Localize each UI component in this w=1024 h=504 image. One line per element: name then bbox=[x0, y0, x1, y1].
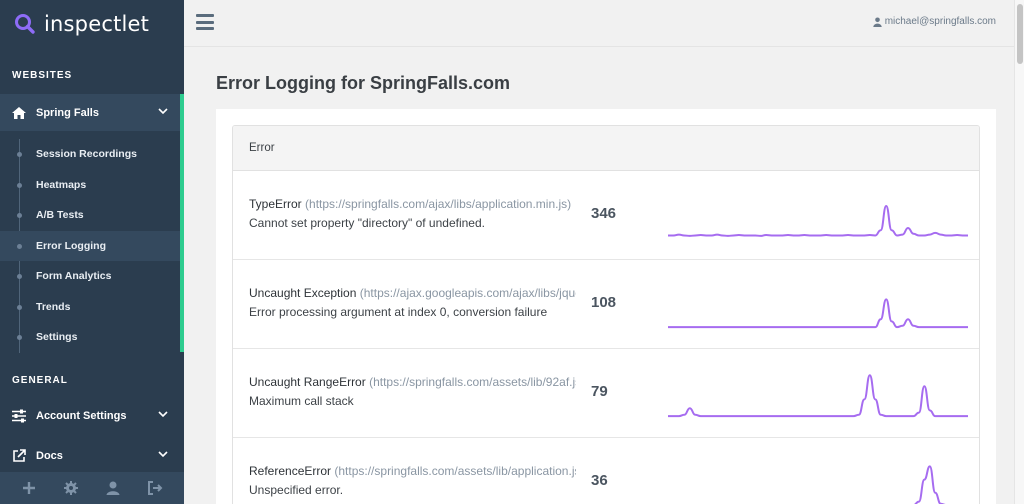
error-trend-sparkline bbox=[668, 374, 968, 418]
error-url[interactable]: (https://ajax.googleapis.com/ajax/libs/j… bbox=[360, 286, 576, 300]
error-name: Uncaught Exception bbox=[249, 286, 357, 300]
sidebar-item-trends[interactable]: Trends bbox=[0, 292, 180, 323]
sidebar-item-ab-tests[interactable]: A/B Tests bbox=[0, 200, 180, 231]
user-email: michael@springfalls.com bbox=[884, 16, 996, 27]
hamburger-menu-icon[interactable] bbox=[196, 14, 214, 30]
error-url[interactable]: (https://springfalls.com/ajax/libs/appli… bbox=[305, 197, 571, 211]
column-header-error: Error bbox=[249, 142, 275, 154]
error-message: Cannot set property "directory" of undef… bbox=[249, 216, 485, 230]
table-row[interactable]: Uncaught RangeError (https://springfalls… bbox=[233, 349, 979, 438]
brand-name: inspectlet bbox=[44, 11, 150, 36]
brand[interactable]: inspectlet bbox=[0, 0, 184, 47]
logout-icon[interactable] bbox=[147, 480, 163, 496]
topbar: michael@springfalls.com bbox=[184, 0, 1014, 47]
sidebar-item-settings[interactable]: Settings bbox=[0, 322, 180, 353]
sidebar-item-docs[interactable]: Docs bbox=[0, 438, 184, 474]
bullet-icon bbox=[17, 335, 22, 340]
content-panel: Error TypeError (https://springfalls.com… bbox=[216, 109, 996, 504]
error-count: 346 bbox=[591, 205, 617, 222]
external-link-icon bbox=[13, 449, 26, 462]
scrollbar-thumb[interactable] bbox=[1017, 4, 1023, 64]
section-label-general: GENERAL bbox=[12, 375, 68, 386]
sidebar-site-spring-falls[interactable]: Spring Falls bbox=[0, 94, 184, 352]
sidebar-item-label: Trends bbox=[36, 300, 71, 313]
sidebar-item-error-logging[interactable]: Error Logging bbox=[0, 230, 180, 261]
sidebar-item-label: Heatmaps bbox=[36, 178, 87, 191]
error-trend-sparkline bbox=[668, 204, 968, 237]
bullet-icon bbox=[17, 182, 22, 188]
sparkline-path bbox=[668, 298, 968, 329]
section-label-websites: WEBSITES bbox=[12, 70, 73, 81]
sidebar-item-label: Form Analytics bbox=[36, 270, 112, 283]
bullet-icon bbox=[17, 152, 22, 157]
user-icon bbox=[872, 17, 882, 27]
sidebar-item-heatmaps[interactable]: Heatmaps bbox=[0, 170, 180, 201]
page-scrollbar[interactable] bbox=[1014, 0, 1024, 504]
error-name: Uncaught RangeError bbox=[249, 375, 366, 389]
sparkline-path bbox=[668, 204, 968, 237]
sliders-icon bbox=[12, 409, 26, 423]
error-message: Error processing argument at index 0, co… bbox=[249, 305, 548, 319]
sparkline-path bbox=[668, 374, 968, 418]
error-trend-sparkline bbox=[668, 298, 968, 329]
gear-icon[interactable] bbox=[63, 480, 79, 496]
error-name: ReferenceError bbox=[249, 464, 332, 478]
user-icon[interactable] bbox=[105, 480, 121, 496]
sparkline-path bbox=[914, 465, 946, 504]
sidebar: inspectlet WEBSITES Spring Falls Session… bbox=[0, 0, 184, 504]
error-message: Unspecified error. bbox=[249, 483, 344, 497]
bullet-icon bbox=[17, 243, 22, 249]
logo-icon bbox=[15, 13, 35, 34]
error-count: 79 bbox=[591, 383, 608, 400]
site-nav: Session Recordings Heatmaps A/B Tests Er… bbox=[0, 139, 180, 353]
error-text: TypeError (https://springfalls.com/ajax/… bbox=[249, 195, 576, 233]
sidebar-item-account-settings[interactable]: Account Settings bbox=[0, 398, 184, 434]
sidebar-footer bbox=[0, 472, 184, 504]
error-text: ReferenceError (https://springfalls.com/… bbox=[249, 462, 576, 500]
sidebar-item-label: A/B Tests bbox=[36, 209, 84, 222]
sidebar-site-label: Spring Falls bbox=[36, 106, 99, 119]
table-row[interactable]: TypeError (https://springfalls.com/ajax/… bbox=[233, 171, 979, 260]
error-table: Error TypeError (https://springfalls.com… bbox=[232, 125, 980, 504]
sidebar-item-label: Error Logging bbox=[36, 239, 106, 252]
bullet-icon bbox=[17, 274, 22, 279]
user-menu[interactable]: michael@springfalls.com bbox=[872, 16, 996, 27]
bullet-icon bbox=[17, 304, 22, 310]
chevron-down-icon bbox=[158, 411, 168, 418]
sidebar-item-label: Docs bbox=[36, 450, 63, 462]
error-message: Maximum call stack bbox=[249, 394, 354, 408]
error-count: 108 bbox=[591, 294, 617, 311]
sidebar-item-label: Account Settings bbox=[36, 410, 127, 422]
error-count: 36 bbox=[591, 472, 608, 489]
home-icon bbox=[12, 106, 26, 119]
error-name: TypeError bbox=[249, 197, 302, 211]
sidebar-item-session-recordings[interactable]: Session Recordings bbox=[0, 139, 180, 170]
table-row[interactable]: ReferenceError (https://springfalls.com/… bbox=[233, 438, 979, 504]
sidebar-item-label: Session Recordings bbox=[36, 148, 137, 161]
chevron-down-icon bbox=[158, 451, 168, 458]
sidebar-item-label: Settings bbox=[36, 331, 78, 344]
table-header: Error bbox=[233, 126, 979, 171]
table-row[interactable]: Uncaught Exception (https://ajax.googlea… bbox=[233, 260, 979, 349]
page-title: Error Logging for SpringFalls.com bbox=[216, 73, 511, 93]
error-trend-sparkline bbox=[914, 465, 946, 504]
chevron-down-icon bbox=[158, 108, 168, 115]
plus-icon[interactable] bbox=[21, 480, 37, 496]
active-site-accent bbox=[180, 94, 184, 352]
error-text: Uncaught Exception (https://ajax.googlea… bbox=[249, 284, 576, 322]
sidebar-item-form-analytics[interactable]: Form Analytics bbox=[0, 261, 180, 292]
error-url[interactable]: (https://springfalls.com/assets/lib/appl… bbox=[334, 464, 576, 478]
error-url[interactable]: (https://springfalls.com/assets/lib/92af… bbox=[369, 375, 576, 389]
error-text: Uncaught RangeError (https://springfalls… bbox=[249, 373, 576, 411]
bullet-icon bbox=[17, 213, 22, 218]
